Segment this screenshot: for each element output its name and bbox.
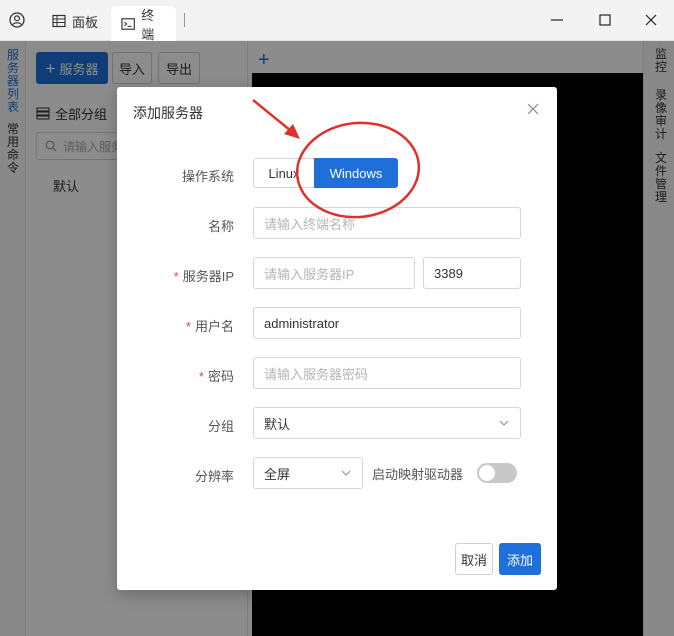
- required-mark: *: [173, 269, 179, 284]
- tab-label: 终端: [141, 7, 155, 42]
- close-icon[interactable]: [526, 102, 540, 116]
- resolution-label-text: 分辨率: [194, 469, 234, 484]
- chevron-down-icon: [499, 420, 509, 426]
- password-label-text: 密码: [207, 369, 234, 384]
- tab-divider: [184, 13, 185, 27]
- server-ip-placeholder: 请输入服务器IP: [264, 266, 355, 282]
- tab-label: 面板: [72, 14, 99, 30]
- chevron-down-icon: [341, 470, 351, 476]
- name-label-text: 名称: [207, 219, 234, 234]
- os-label: 操作系统: [181, 169, 234, 184]
- terminal-icon: [121, 17, 135, 30]
- terminal-name-input[interactable]: 请输入终端名称: [253, 207, 521, 239]
- dialog-title: 添加服务器: [133, 105, 203, 121]
- group-select[interactable]: 默认: [253, 407, 521, 439]
- group-value: 默认: [264, 416, 291, 432]
- password-placeholder: 请输入服务器密码: [264, 366, 369, 382]
- terminal-name-placeholder: 请输入终端名称: [264, 216, 356, 232]
- name-label: 名称: [208, 216, 234, 235]
- group-label-text: 分组: [207, 419, 234, 434]
- cancel-button[interactable]: 取消: [455, 543, 493, 575]
- resolution-select[interactable]: 全屏: [253, 457, 363, 489]
- password-label: * 密码: [199, 366, 234, 385]
- close-icon[interactable]: [643, 12, 659, 28]
- tab-terminal[interactable]: 终端: [111, 6, 176, 42]
- username-label-text: 用户名: [194, 319, 234, 334]
- server-ip-label-text: 服务器IP: [182, 269, 234, 284]
- map-drive-toggle[interactable]: [477, 463, 517, 483]
- tab-dashboard[interactable]: 面板: [42, 6, 108, 36]
- username-label: * 用户名: [186, 316, 234, 335]
- os-option-windows[interactable]: Windows: [314, 158, 398, 188]
- port-input[interactable]: 3389: [423, 257, 521, 289]
- server-ip-input[interactable]: 请输入服务器IP: [253, 257, 415, 289]
- table-icon: [52, 14, 66, 28]
- os-segmented-control: Linux Windows: [253, 158, 398, 188]
- add-button[interactable]: 添加: [499, 543, 541, 575]
- title-bar: 面板 终端: [0, 0, 674, 42]
- required-mark: *: [198, 369, 204, 384]
- add-server-dialog: 添加服务器 操作系统 Linux Windows 名称 请输入终端名称 * 服务器…: [117, 87, 557, 590]
- user-icon[interactable]: [9, 12, 25, 28]
- username-input[interactable]: administrator: [253, 307, 521, 339]
- os-option-linux[interactable]: Linux: [253, 158, 314, 188]
- port-value: 3389: [434, 265, 463, 281]
- group-label: 分组: [208, 416, 234, 435]
- password-input[interactable]: 请输入服务器密码: [253, 357, 521, 389]
- resolution-label: 分辨率: [195, 466, 234, 485]
- username-value: administrator: [264, 315, 340, 331]
- toggle-knob: [479, 465, 495, 481]
- maximize-icon[interactable]: [597, 12, 613, 28]
- required-mark: *: [185, 319, 191, 334]
- resolution-value: 全屏: [264, 466, 291, 482]
- minimize-icon[interactable]: [549, 12, 565, 28]
- map-drive-label: 启动映射驱动器: [372, 467, 464, 482]
- server-ip-label: * 服务器IP: [174, 266, 234, 285]
